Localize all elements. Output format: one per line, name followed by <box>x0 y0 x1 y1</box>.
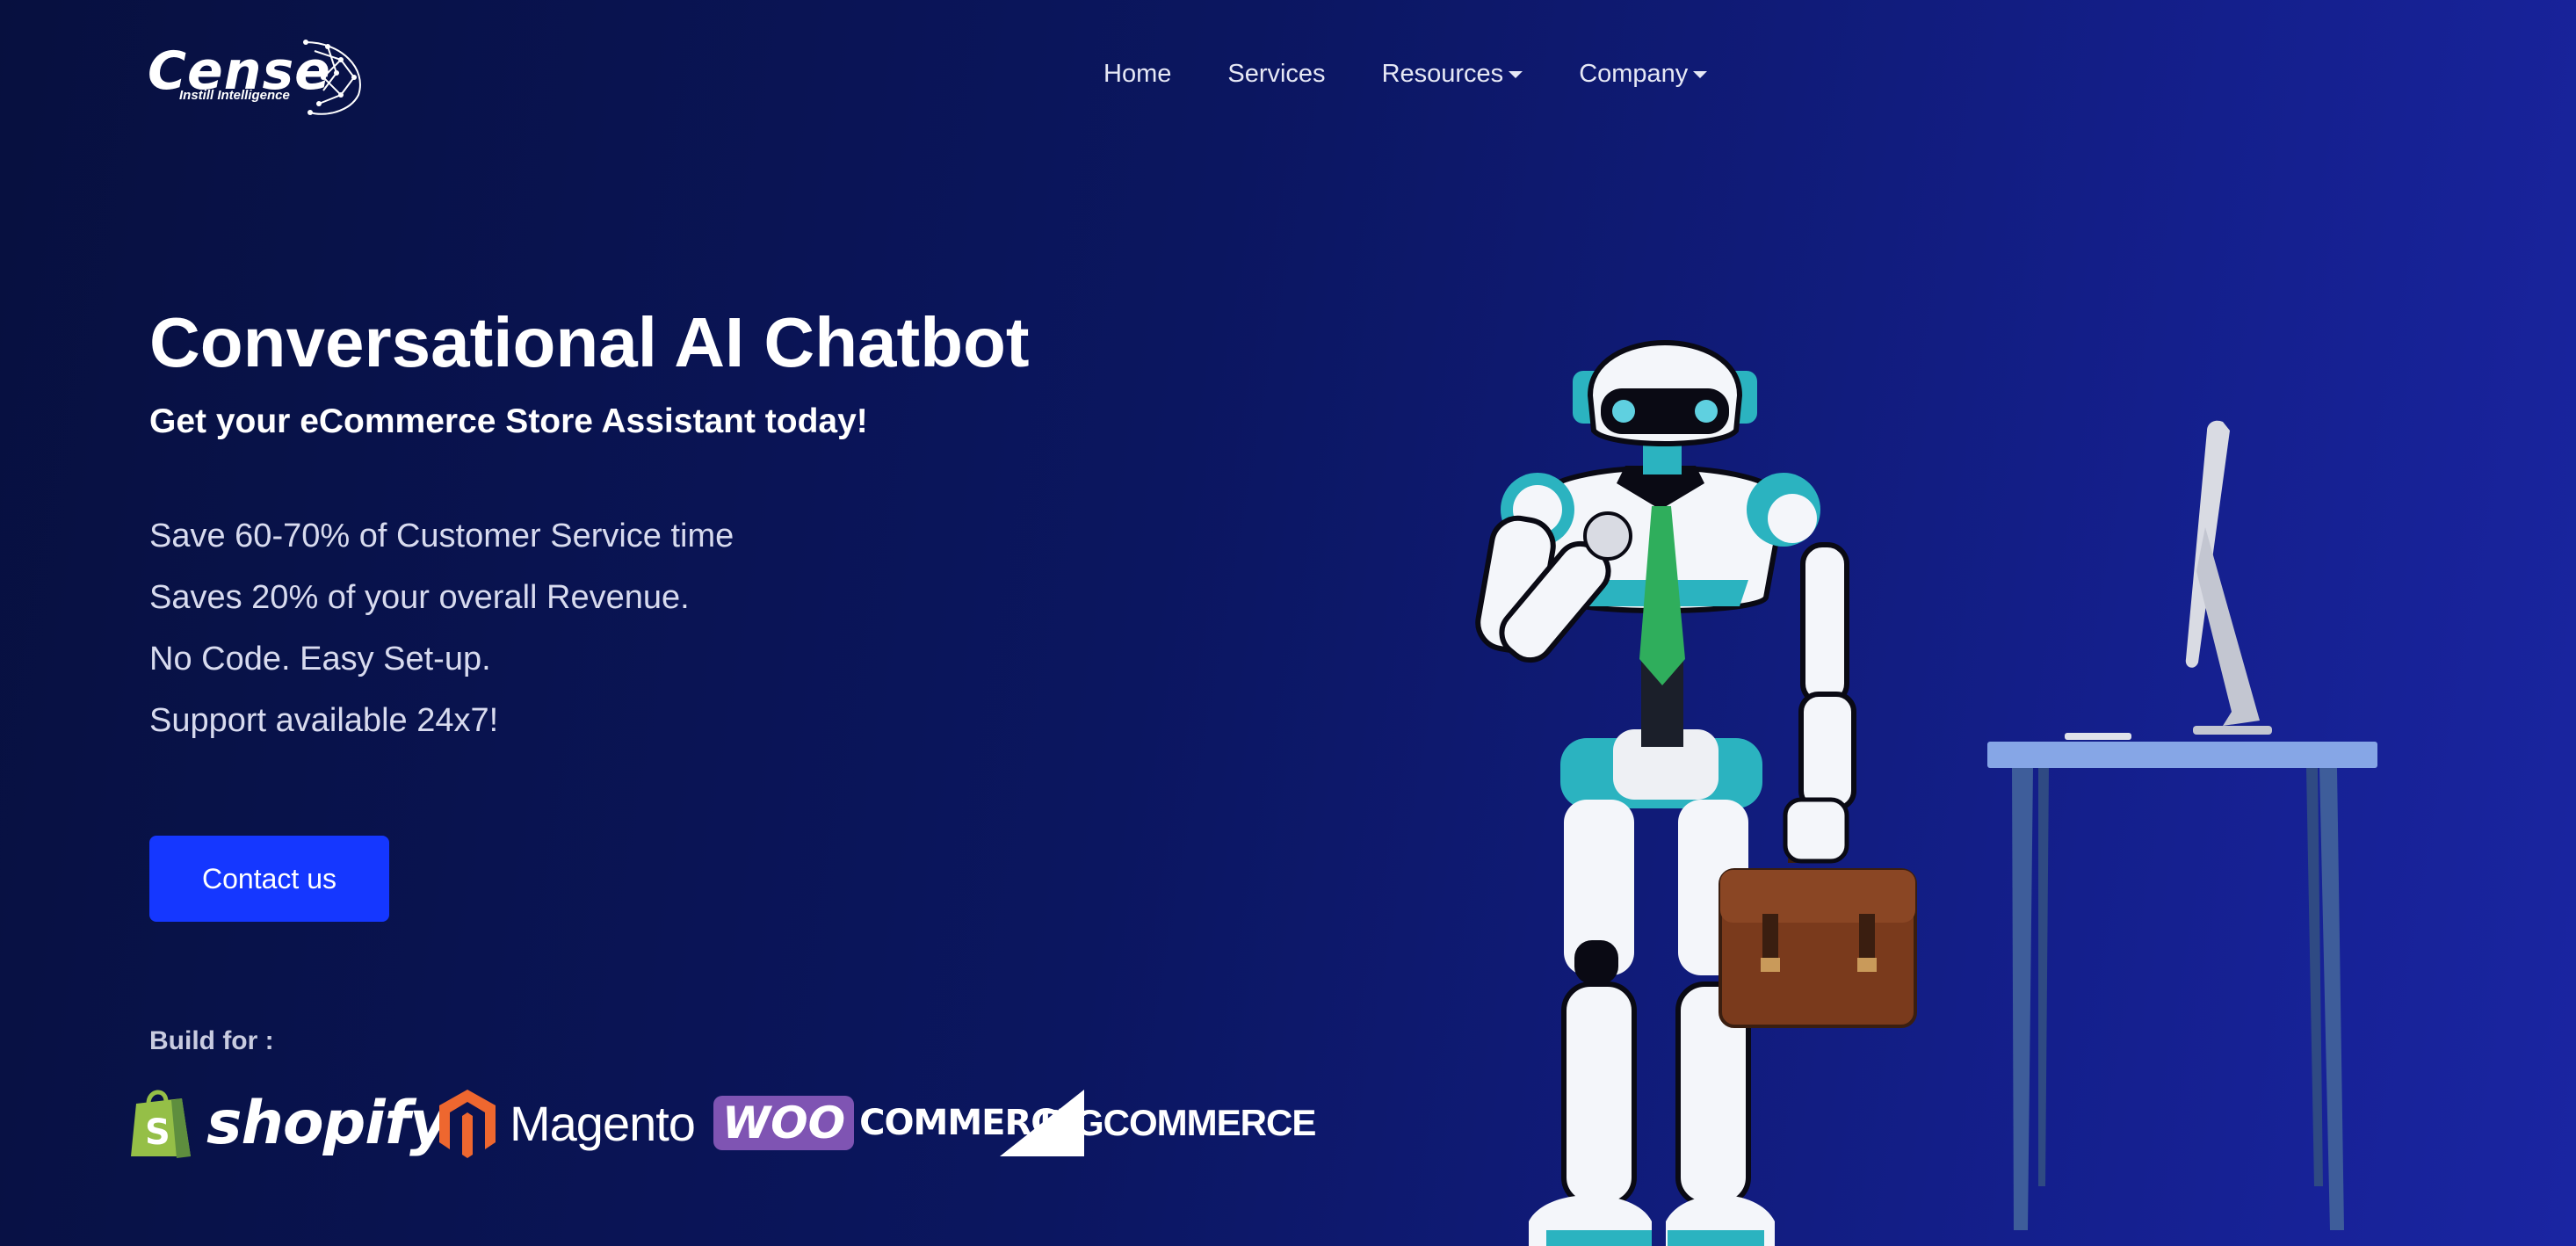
hero-subtitle: Get your eCommerce Store Assistant today… <box>149 402 868 440</box>
nav-home-label: Home <box>1103 60 1172 88</box>
feature-item: Saves 20% of your overall Revenue. <box>149 579 690 616</box>
monitor-illustration <box>2065 420 2272 740</box>
logo-network-icon <box>303 40 361 115</box>
main-nav: Home Services Resources Company <box>1103 60 1763 89</box>
magento-logo: Magento <box>438 1079 696 1167</box>
feature-item: No Code. Easy Set-up. <box>149 641 491 677</box>
nav-home[interactable]: Home <box>1103 60 1171 89</box>
magento-wordmark: Magento <box>510 1095 696 1151</box>
caret-down-icon <box>1693 70 1708 78</box>
feature-item: Support available 24x7! <box>149 702 499 739</box>
hero-title: Conversational AI Chatbot <box>149 303 1030 381</box>
desk-illustration <box>1987 742 2377 1230</box>
nav-company-dropdown[interactable]: Company <box>1579 60 1708 89</box>
feature-list: Save 60-70% of Customer Service time Sav… <box>149 511 734 757</box>
hero-illustration <box>1475 340 2377 1246</box>
nav-services-label: Services <box>1227 60 1326 88</box>
nav-resources-dropdown[interactable]: Resources <box>1382 60 1523 89</box>
build-for-label: Build for : <box>149 1026 274 1055</box>
bigcommerce-wordmark: BIGCOMMERCE <box>1040 1102 1316 1143</box>
nav-company-label: Company <box>1579 60 1689 88</box>
logo-tagline: Instill Intelligence <box>179 88 290 103</box>
briefcase-illustration <box>1719 837 1917 1028</box>
caret-down-icon <box>1509 70 1523 78</box>
robot-illustration <box>1475 340 1917 1246</box>
bigcommerce-logo: BIGCOMMERCE <box>998 1079 1316 1167</box>
contact-us-button[interactable]: Contact us <box>149 836 389 922</box>
svg-text:S: S <box>145 1112 170 1153</box>
shopify-bag-icon: S <box>131 1090 191 1158</box>
nav-services[interactable]: Services <box>1227 60 1325 89</box>
brand-logo[interactable]: Cense Instill Intelligence <box>148 33 378 127</box>
nav-resources-label: Resources <box>1381 60 1504 88</box>
shopify-logo: S shopify <box>127 1079 448 1167</box>
feature-item: Save 60-70% of Customer Service time <box>149 518 734 554</box>
woo-badge: WOO <box>713 1096 855 1150</box>
shopify-wordmark: shopify <box>206 1088 448 1158</box>
magento-mark-icon <box>439 1090 496 1158</box>
